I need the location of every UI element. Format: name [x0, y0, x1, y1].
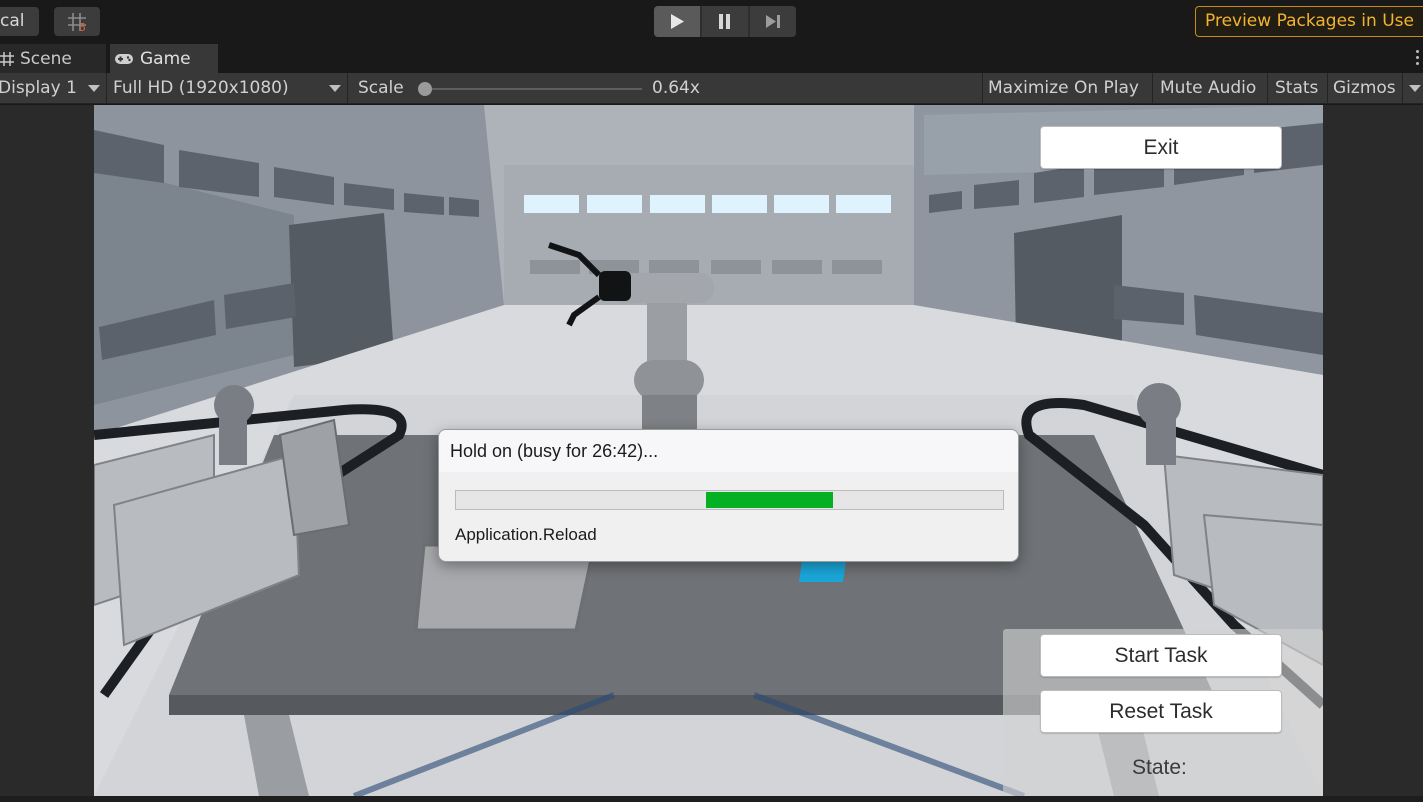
tab-scene[interactable]: Scene — [0, 44, 106, 73]
task-state-label: State: — [1132, 756, 1187, 779]
tab-game[interactable]: Game — [110, 44, 218, 73]
step-button[interactable] — [750, 6, 796, 37]
play-controls — [654, 6, 796, 37]
more-options-icon[interactable] — [1416, 50, 1419, 66]
scale-value: 0.64x — [652, 78, 700, 98]
progress-bar — [455, 490, 1004, 510]
progress-bar-indeterminate-segment — [706, 492, 833, 508]
scale-slider-handle[interactable] — [418, 82, 432, 96]
dialog-status-text: Application.Reload — [455, 525, 597, 544]
gamepad-icon — [115, 54, 133, 64]
grid-snap-icon: 5 — [68, 13, 86, 32]
step-forward-icon — [766, 15, 780, 28]
preview-packages-badge[interactable]: Preview Packages in Use — [1195, 6, 1423, 37]
editor-bottom-edge — [0, 796, 1423, 802]
maximize-on-play-toggle[interactable]: Maximize On Play — [988, 73, 1139, 103]
resolution-dropdown-label: Full HD (1920x1080) — [113, 78, 289, 98]
scale-label: Scale — [358, 78, 404, 98]
resolution-dropdown[interactable]: Full HD (1920x1080) — [113, 73, 345, 103]
play-button[interactable] — [654, 6, 700, 37]
viewport-letterbox-left — [0, 105, 94, 796]
chevron-down-icon — [329, 85, 341, 92]
view-tabbar: Scene Game — [0, 44, 1423, 73]
pause-button[interactable] — [702, 6, 748, 37]
stats-toggle[interactable]: Stats — [1275, 73, 1318, 103]
viewport-letterbox-right — [1323, 105, 1423, 796]
pause-icon — [719, 14, 730, 29]
grid-icon — [0, 52, 14, 66]
tab-game-label: Game — [140, 49, 191, 69]
start-task-button[interactable]: Start Task — [1040, 634, 1282, 677]
gizmos-dropdown-chevron-icon[interactable] — [1409, 85, 1421, 92]
grid-snapping-button[interactable]: 5 — [54, 7, 100, 36]
chevron-down-icon — [88, 85, 100, 92]
main-toolbar: cal 5 Preview Packages in Use — [0, 0, 1423, 44]
gizmos-toggle[interactable]: Gizmos — [1333, 73, 1396, 103]
busy-progress-dialog: Hold on (busy for 26:42)... Application.… — [438, 429, 1019, 562]
play-icon — [671, 14, 684, 29]
dialog-title: Hold on (busy for 26:42)... — [439, 430, 1018, 472]
svg-text:5: 5 — [79, 21, 86, 32]
pivot-local-toggle[interactable]: cal — [0, 7, 39, 36]
scale-slider-track[interactable] — [424, 88, 642, 90]
exit-button[interactable]: Exit — [1040, 126, 1282, 169]
reset-task-button[interactable]: Reset Task — [1040, 690, 1282, 733]
display-dropdown[interactable]: Display 1 — [0, 73, 104, 103]
game-view-controlbar: Display 1 Full HD (1920x1080) Scale 0.64… — [0, 73, 1423, 104]
mute-audio-toggle[interactable]: Mute Audio — [1160, 73, 1256, 103]
tab-scene-label: Scene — [20, 49, 72, 69]
display-dropdown-label: Display 1 — [0, 78, 77, 98]
